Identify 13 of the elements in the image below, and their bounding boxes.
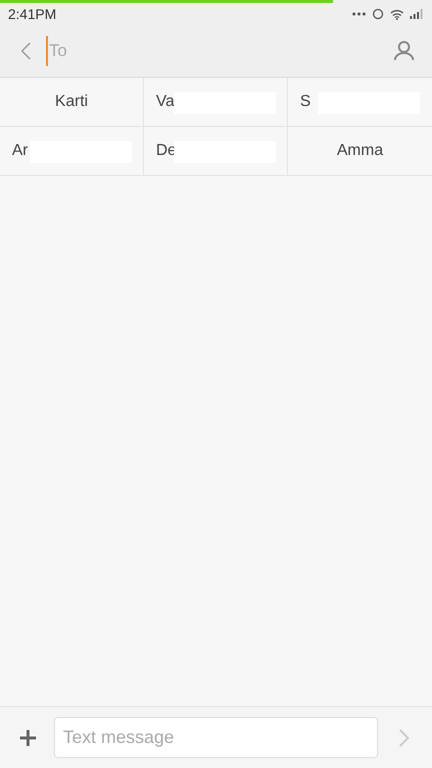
wifi-icon bbox=[390, 8, 404, 20]
more-icon bbox=[352, 12, 366, 16]
status-time: 2:41PM bbox=[8, 4, 56, 24]
signal-icon bbox=[410, 9, 424, 19]
contact-suggestion[interactable]: S bbox=[300, 90, 311, 114]
sync-icon bbox=[372, 8, 384, 20]
contact-suggestion[interactable]: Va bbox=[156, 90, 174, 114]
contact-icon[interactable] bbox=[394, 41, 414, 61]
add-button[interactable] bbox=[18, 728, 38, 748]
message-field[interactable]: Text message bbox=[54, 717, 378, 758]
contact-suggestion[interactable]: Amma bbox=[336, 139, 384, 163]
contact-suggestion[interactable]: Karti bbox=[55, 90, 88, 114]
contact-suggestion[interactable]: Ar bbox=[12, 139, 28, 163]
